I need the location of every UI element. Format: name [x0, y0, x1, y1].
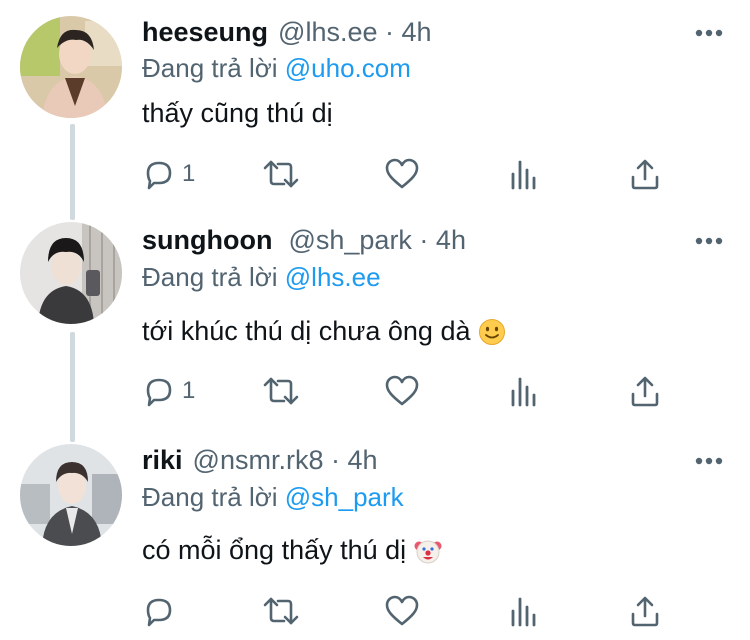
like-button[interactable] [384, 156, 420, 192]
analytics-icon [511, 597, 536, 627]
tweet-text-content: thấy cũng thú dị [142, 98, 333, 128]
share-icon [631, 376, 659, 407]
analytics-icon [511, 377, 536, 407]
avatar[interactable] [20, 222, 122, 324]
retweet-button[interactable] [262, 373, 300, 409]
reply-icon [146, 161, 172, 190]
more-options-icon[interactable] [694, 25, 724, 41]
reply-button[interactable] [142, 593, 182, 629]
mention-link[interactable]: @sh_park [285, 482, 404, 512]
handle-and-time[interactable]: @sh_park · 4h [288, 225, 466, 256]
replying-to-prefix: Đang trả lời [142, 53, 285, 83]
retweet-button[interactable] [262, 593, 300, 629]
mention-link[interactable]: @uho.com [285, 53, 411, 83]
replying-to-prefix: Đang trả lời [142, 262, 285, 292]
like-icon [385, 595, 419, 626]
analytics-button[interactable] [506, 593, 540, 629]
retweet-icon [263, 160, 299, 188]
share-icon [631, 596, 659, 627]
avatar[interactable] [20, 444, 122, 546]
thread-connector-line [70, 124, 75, 220]
mention-link[interactable]: @lhs.ee [285, 262, 381, 292]
thread-connector-line [70, 332, 75, 442]
more-options-icon[interactable] [694, 453, 724, 469]
display-name[interactable]: heeseung [142, 17, 268, 48]
reply-icon [146, 598, 172, 627]
reply-button[interactable]: 1 [142, 156, 195, 192]
like-icon [385, 375, 419, 406]
more-options-icon[interactable] [694, 233, 724, 249]
replying-to: Đang trả lời @sh_park [142, 482, 404, 513]
tweet-text: thấy cũng thú dị [142, 98, 333, 129]
like-button[interactable] [384, 373, 420, 409]
analytics-button[interactable] [506, 373, 540, 409]
tweet-text-content: có mỗi ổng thấy thú dị [142, 535, 407, 565]
reply-header: heeseung @lhs.ee · 4h [142, 16, 432, 48]
retweet-icon [263, 597, 299, 625]
like-button[interactable] [384, 593, 420, 629]
reply-header: riki @nsmr.rk8 · 4h [142, 444, 377, 476]
avatar[interactable] [20, 16, 122, 118]
clown-face-emoji [414, 540, 442, 563]
handle-and-time[interactable]: @lhs.ee · 4h [278, 17, 431, 48]
slightly-smiling-face-emoji [479, 318, 506, 345]
replying-to: Đang trả lời @uho.com [142, 53, 411, 84]
share-button[interactable] [628, 373, 662, 409]
tweet-text: có mỗi ổng thấy thú dị [142, 535, 442, 566]
share-button[interactable] [628, 156, 662, 192]
share-button[interactable] [628, 593, 662, 629]
display-name[interactable]: sunghoon [142, 225, 272, 256]
display-name[interactable]: riki [142, 445, 183, 476]
reply-button[interactable]: 1 [142, 373, 195, 409]
reply-count: 1 [182, 377, 196, 404]
replying-to-prefix: Đang trả lời [142, 482, 285, 512]
tweet-text-content: tới khúc thú dị chưa ông dà [142, 316, 471, 346]
like-icon [385, 158, 419, 189]
replying-to: Đang trả lời @lhs.ee [142, 262, 381, 293]
handle-and-time[interactable]: @nsmr.rk8 · 4h [193, 445, 378, 476]
share-icon [631, 159, 659, 190]
tweet-text: tới khúc thú dị chưa ông dà [142, 316, 506, 347]
retweet-button[interactable] [262, 156, 300, 192]
analytics-icon [511, 160, 536, 190]
reply-header: sunghoon @sh_park · 4h [142, 224, 466, 256]
reply-count: 1 [182, 160, 196, 187]
retweet-icon [263, 377, 299, 405]
analytics-button[interactable] [506, 156, 540, 192]
reply-icon [146, 378, 172, 407]
